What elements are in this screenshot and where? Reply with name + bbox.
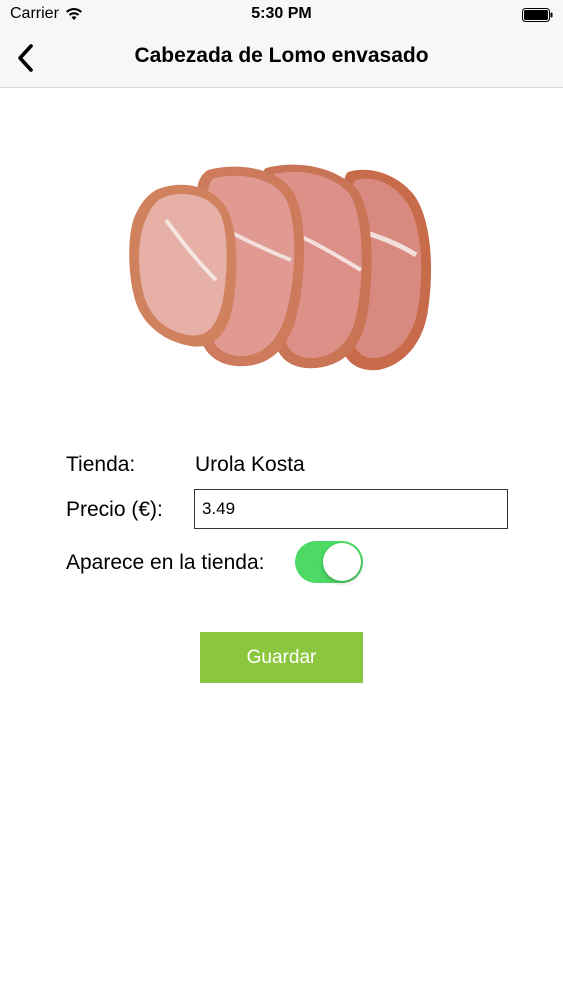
tienda-label: Tienda:	[66, 453, 136, 476]
page-title: Cabezada de Lomo envasado	[134, 44, 429, 67]
status-time: 5:30 PM	[251, 5, 312, 22]
precio-label: Precio (€):	[66, 498, 163, 521]
back-button[interactable]	[8, 40, 44, 76]
tienda-value: Urola Kosta	[195, 453, 305, 476]
navigation-bar: Cabezada de Lomo envasado	[0, 30, 563, 88]
price-input[interactable]	[194, 489, 508, 529]
status-bar: Carrier 5:30 PM	[0, 0, 563, 30]
screen: Carrier 5:30 PM Cabezada de Lomo envasad…	[0, 0, 563, 1000]
toggle-knob	[323, 543, 361, 581]
save-button[interactable]: Guardar	[200, 632, 363, 683]
aparece-toggle[interactable]	[295, 541, 363, 583]
aparece-label: Aparece en la tienda:	[66, 551, 265, 574]
battery-icon	[522, 8, 553, 22]
product-image	[116, 160, 448, 374]
chevron-left-icon	[18, 44, 33, 72]
